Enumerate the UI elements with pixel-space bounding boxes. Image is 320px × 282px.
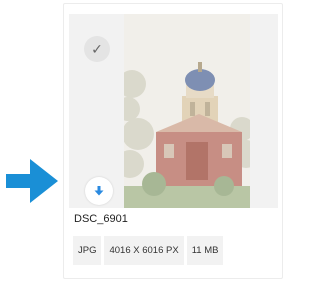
photo-thumbnail[interactable]: ✓ — [69, 14, 278, 208]
file-name: DSC_6901 — [74, 213, 128, 225]
dimensions-tag: 4016 X 6016 PX — [104, 236, 184, 265]
photo-card[interactable]: ✓ DSC_6901 JPG 4016 X 6016 PX 11 MB — [63, 3, 283, 279]
right-arrow-icon — [6, 159, 58, 203]
size-tag: 11 MB — [186, 236, 224, 265]
download-icon[interactable] — [85, 177, 113, 205]
select-checkmark-icon[interactable]: ✓ — [84, 36, 110, 62]
building-photo — [124, 14, 250, 208]
format-tag: JPG — [73, 236, 102, 265]
file-info-tags: JPG 4016 X 6016 PX 11 MB — [73, 236, 224, 265]
